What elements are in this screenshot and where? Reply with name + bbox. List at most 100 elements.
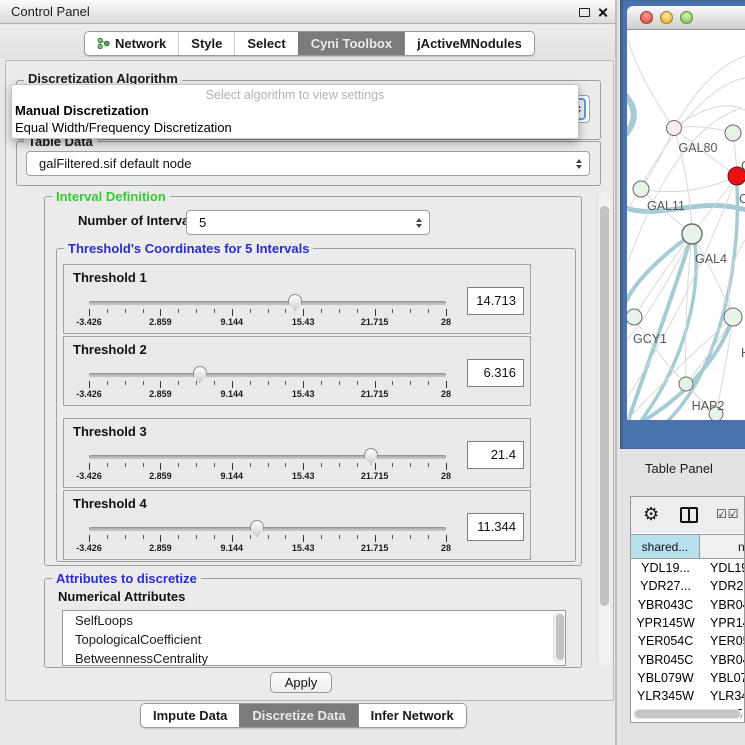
network-node-label: GAL11: [647, 199, 685, 213]
threshold-value-field[interactable]: 14.713: [467, 287, 524, 315]
slider-tick: [250, 463, 251, 467]
threshold-value-field[interactable]: 21.4: [467, 441, 524, 469]
threshold-value-field[interactable]: 11.344: [467, 513, 524, 541]
network-node-label: GAL80: [679, 141, 718, 155]
network-node[interactable]: [682, 224, 702, 244]
table-column-header[interactable]: shared...: [631, 535, 700, 558]
slider-scale: -3.4262.8599.14415.4321.71528: [89, 309, 446, 331]
table-cell: YLR34: [700, 689, 744, 707]
tick-label: 21.715: [361, 543, 389, 553]
select-columns-checkboxes-icon[interactable]: ☑☑: [716, 507, 740, 521]
slider-tick: [196, 535, 197, 539]
popup-option-equal-width-frequency-discretization[interactable]: Equal Width/Frequency Discretization: [12, 119, 578, 136]
network-edge[interactable]: [674, 56, 745, 128]
attributes-scrollbar[interactable]: [553, 612, 565, 664]
slider-tick: [375, 309, 376, 316]
table-row[interactable]: YBR045CYBR04: [631, 653, 744, 671]
network-view[interactable]: GAL80GGAL11CGAL4GCY1HHAP2: [627, 30, 745, 420]
network-node[interactable]: [667, 121, 682, 136]
slider-tick: [428, 463, 429, 467]
table-cell: YBR045C: [631, 653, 700, 671]
tab-label: jActiveMNodules: [417, 36, 522, 51]
network-node[interactable]: [724, 308, 742, 326]
tab-style[interactable]: Style: [178, 32, 234, 55]
threshold-panel: Threshold 3 -3.4262.8599.14415.4321.7152…: [63, 418, 531, 488]
tab-jactivemnodules[interactable]: jActiveMNodules: [404, 32, 534, 55]
minimize-traffic-light[interactable]: [660, 11, 673, 24]
threshold-slider[interactable]: [89, 527, 446, 531]
tab-network[interactable]: Network: [85, 32, 178, 55]
table-row[interactable]: YDR27...YDR27: [631, 579, 744, 597]
num-intervals-select[interactable]: 5: [186, 210, 430, 235]
network-window-titlebar[interactable]: [627, 6, 745, 30]
popup-options: Manual DiscretizationEqual Width/Frequen…: [12, 102, 578, 136]
threshold-value-field[interactable]: 6.316: [467, 359, 524, 387]
slider-tick: [321, 535, 322, 539]
table-cell: YBL07: [700, 671, 744, 689]
scrollbar-thumb[interactable]: [635, 710, 740, 718]
table-panel: ⚙ ☑☑ shared...na YDL19...YDL19YDR27...YD…: [630, 496, 745, 723]
table-row[interactable]: YLR345WYLR34: [631, 689, 744, 707]
numerical-attributes-list[interactable]: SelfLoopsTopologicalCoefficientBetweenne…: [62, 610, 566, 666]
tab-label: Style: [191, 36, 222, 51]
network-edge[interactable]: [632, 236, 696, 420]
scrollbar-thumb[interactable]: [556, 614, 564, 660]
tab-cyni-toolbox[interactable]: Cyni Toolbox: [298, 32, 404, 55]
tab-select[interactable]: Select: [234, 32, 297, 55]
attribute-item-topologicalcoefficient[interactable]: TopologicalCoefficient: [63, 630, 565, 649]
network-canvas[interactable]: GAL80GGAL11CGAL4GCY1HHAP2: [627, 30, 745, 420]
network-edge[interactable]: [627, 205, 745, 211]
tab-infer-network[interactable]: Infer Network: [358, 704, 466, 727]
slider-tick: [428, 381, 429, 385]
apply-button[interactable]: Apply: [270, 672, 332, 693]
table-row[interactable]: YER054CYER05: [631, 634, 744, 652]
close-icon[interactable]: [597, 7, 608, 18]
table-row[interactable]: YDL19...YDL19: [631, 561, 744, 579]
tick-label: 28: [441, 317, 451, 327]
slider-tick: [357, 535, 358, 539]
network-edge[interactable]: [627, 95, 634, 134]
scrollbar-thumb[interactable]: [600, 206, 609, 606]
slider-scale: -3.4262.8599.14415.4321.71528: [89, 381, 446, 403]
slider-tick: [143, 381, 144, 385]
table-cell: YLR345W: [631, 689, 700, 707]
table-data-select[interactable]: galFiltered.sif default node: [26, 151, 590, 176]
table-row[interactable]: YBL079WYBL07: [631, 671, 744, 689]
popup-option-manual-discretization[interactable]: Manual Discretization: [12, 102, 578, 119]
slider-tick: [446, 463, 447, 470]
gear-icon[interactable]: ⚙: [643, 504, 659, 525]
threshold-slider[interactable]: [89, 455, 446, 459]
tab-impute-data[interactable]: Impute Data: [141, 704, 239, 727]
threshold-slider[interactable]: [89, 301, 446, 305]
panel-scrollbar[interactable]: [597, 192, 610, 666]
table-row[interactable]: YBR043CYBR04: [631, 598, 744, 616]
slider-tick: [125, 309, 126, 313]
zoom-traffic-light[interactable]: [680, 11, 693, 24]
table-horizontal-scrollbar[interactable]: [633, 709, 742, 719]
slider-tick: [321, 381, 322, 385]
close-traffic-light[interactable]: [640, 11, 653, 24]
threshold-slider[interactable]: [89, 373, 446, 377]
threshold-panel: Threshold 1 -3.4262.8599.14415.4321.7152…: [63, 264, 531, 334]
table-column-header[interactable]: na: [700, 535, 744, 558]
columns-icon[interactable]: [680, 507, 698, 523]
slider-tick: [250, 309, 251, 313]
attribute-item-betweennesscentrality[interactable]: BetweennessCentrality: [63, 649, 565, 666]
slider-tick: [285, 309, 286, 313]
network-node[interactable]: [633, 181, 649, 197]
slider-tick: [410, 309, 411, 313]
network-node[interactable]: [627, 309, 642, 325]
attribute-item-selfloops[interactable]: SelfLoops: [63, 611, 565, 630]
table-row[interactable]: YPR145WYPR14: [631, 616, 744, 634]
group-label: Threshold's Coordinates for 5 Intervals: [64, 241, 313, 256]
slider-tick: [339, 535, 340, 539]
tab-discretize-data[interactable]: Discretize Data: [239, 704, 357, 727]
slider-tick: [268, 463, 269, 467]
network-edge[interactable]: [641, 176, 737, 192]
slider-tick: [178, 463, 179, 467]
network-edge[interactable]: [674, 127, 733, 133]
slider-tick: [125, 535, 126, 539]
network-node[interactable]: [725, 125, 741, 141]
float-window-button[interactable]: [579, 8, 590, 17]
network-node[interactable]: [679, 377, 693, 391]
